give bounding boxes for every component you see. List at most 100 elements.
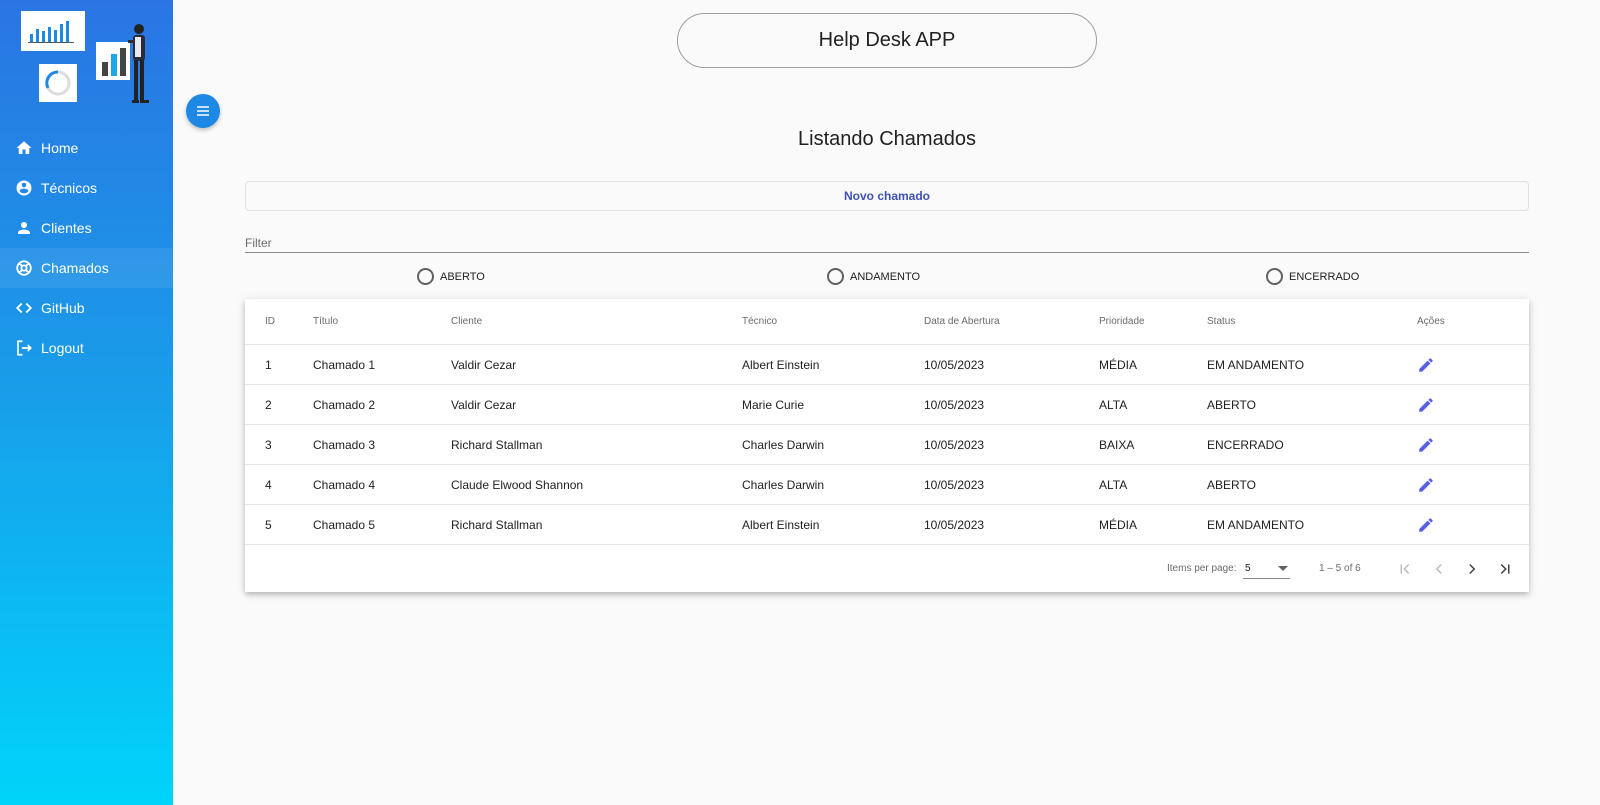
last-page-button[interactable] bbox=[1494, 558, 1516, 580]
sidebar-item-clientes[interactable]: Clientes bbox=[0, 208, 173, 248]
page-title: Listando Chamados bbox=[798, 128, 976, 150]
dashboard-illustration bbox=[21, 11, 149, 103]
edit-icon[interactable] bbox=[1417, 465, 1435, 504]
previous-page-button[interactable] bbox=[1428, 558, 1450, 580]
table-row: 3 Chamado 3 Richard Stallman Charles Dar… bbox=[245, 425, 1529, 465]
cell-id: 5 bbox=[265, 517, 272, 532]
column-header[interactable]: Título bbox=[313, 299, 338, 344]
sidebar-item-home[interactable]: Home bbox=[0, 128, 173, 168]
cell-titulo: Chamado 1 bbox=[313, 357, 376, 372]
cell-tecnico: Charles Darwin bbox=[742, 477, 825, 492]
table-header-row: ID Título Cliente Técnico Data de Abertu… bbox=[245, 299, 1529, 345]
column-header[interactable]: Prioridade bbox=[1099, 299, 1145, 344]
home-icon bbox=[14, 138, 34, 158]
dropdown-arrow-icon bbox=[1278, 566, 1288, 571]
sidebar-nav: Home Técnicos Clientes Chamados GitHub L… bbox=[0, 128, 173, 368]
next-page-button[interactable] bbox=[1461, 558, 1483, 580]
cell-tecnico: Marie Curie bbox=[742, 397, 805, 412]
radio-label: ANDAMENTO bbox=[850, 270, 921, 283]
cell-data: 10/05/2023 bbox=[924, 397, 985, 412]
cell-prioridade: BAIXA bbox=[1099, 437, 1135, 452]
status-radio-andamento[interactable]: ANDAMENTO bbox=[827, 268, 920, 285]
cell-cliente: Claude Elwood Shannon bbox=[451, 477, 584, 492]
tickets-table: ID Título Cliente Técnico Data de Abertu… bbox=[245, 299, 1529, 592]
new-ticket-button[interactable]: Novo chamado bbox=[245, 181, 1529, 211]
cell-tecnico: Albert Einstein bbox=[742, 517, 820, 532]
cell-titulo: Chamado 4 bbox=[313, 477, 376, 492]
cell-prioridade: MÉDIA bbox=[1099, 517, 1138, 532]
cell-status: ABERTO bbox=[1207, 397, 1256, 412]
menu-toggle-button[interactable] bbox=[186, 94, 220, 128]
cell-status: EM ANDAMENTO bbox=[1207, 517, 1305, 532]
logout-icon bbox=[14, 338, 34, 358]
cell-cliente: Valdir Cezar bbox=[451, 357, 517, 372]
table-row: 1 Chamado 1 Valdir Cezar Albert Einstein… bbox=[245, 345, 1529, 385]
column-header[interactable]: ID bbox=[265, 299, 275, 344]
first-page-button[interactable] bbox=[1394, 558, 1416, 580]
table-row: 5 Chamado 5 Richard Stallman Albert Eins… bbox=[245, 505, 1529, 545]
chevron-right-icon bbox=[1469, 563, 1476, 575]
paginator: Items per page: 5 1 – 5 of 6 bbox=[245, 545, 1529, 592]
cell-prioridade: ALTA bbox=[1099, 397, 1128, 412]
cell-tecnico: Charles Darwin bbox=[742, 437, 825, 452]
edit-icon[interactable] bbox=[1417, 505, 1435, 544]
radio-label: ABERTO bbox=[440, 270, 485, 283]
edit-icon[interactable] bbox=[1417, 385, 1435, 424]
sidebar-item-logout[interactable]: Logout bbox=[0, 328, 173, 368]
cell-titulo: Chamado 3 bbox=[313, 437, 376, 452]
radio-circle bbox=[827, 268, 844, 285]
cell-titulo: Chamado 5 bbox=[313, 517, 376, 532]
status-radio-aberto[interactable]: ABERTO bbox=[417, 268, 485, 285]
cell-data: 10/05/2023 bbox=[924, 437, 985, 452]
sidebar-item-github[interactable]: GitHub bbox=[0, 288, 173, 328]
account-circle-icon bbox=[14, 178, 34, 198]
cell-prioridade: ALTA bbox=[1099, 477, 1128, 492]
items-per-page-label: Items per page: bbox=[1167, 563, 1237, 574]
cell-data: 10/05/2023 bbox=[924, 477, 985, 492]
cell-id: 3 bbox=[265, 437, 272, 452]
radio-circle bbox=[417, 268, 434, 285]
cell-cliente: Richard Stallman bbox=[451, 517, 543, 532]
support-icon bbox=[14, 258, 34, 278]
edit-icon[interactable] bbox=[1417, 425, 1435, 464]
cell-prioridade: MÉDIA bbox=[1099, 357, 1138, 372]
cell-status: ENCERRADO bbox=[1207, 437, 1284, 452]
column-header[interactable]: Técnico bbox=[742, 299, 777, 344]
column-header[interactable]: Data de Abertura bbox=[924, 299, 1000, 344]
table-row: 2 Chamado 2 Valdir Cezar Marie Curie 10/… bbox=[245, 385, 1529, 425]
cell-cliente: Valdir Cezar bbox=[451, 397, 517, 412]
sidebar-item-label: Chamados bbox=[41, 260, 109, 276]
column-header[interactable]: Cliente bbox=[451, 299, 482, 344]
page-size-select[interactable]: 5 bbox=[1243, 557, 1290, 579]
cell-id: 2 bbox=[265, 397, 272, 412]
first-page-icon bbox=[1400, 563, 1410, 575]
page-range-label: 1 – 5 of 6 bbox=[1319, 563, 1361, 574]
cell-id: 1 bbox=[265, 357, 272, 372]
filter-input[interactable] bbox=[245, 226, 1529, 253]
radio-circle bbox=[1266, 268, 1283, 285]
cell-tecnico: Albert Einstein bbox=[742, 357, 820, 372]
last-page-icon bbox=[1500, 563, 1510, 575]
cell-id: 4 bbox=[265, 477, 272, 492]
sidebar-item-label: GitHub bbox=[41, 300, 85, 316]
radio-label: ENCERRADO bbox=[1289, 270, 1360, 283]
cell-titulo: Chamado 2 bbox=[313, 397, 376, 412]
sidebar-item-label: Home bbox=[41, 140, 79, 156]
person-icon bbox=[14, 218, 34, 238]
table-row: 4 Chamado 4 Claude Elwood Shannon Charle… bbox=[245, 465, 1529, 505]
column-header: Ações bbox=[1417, 316, 1445, 327]
edit-icon[interactable] bbox=[1417, 345, 1435, 384]
cell-cliente: Richard Stallman bbox=[451, 437, 543, 452]
status-radio-encerrado[interactable]: ENCERRADO bbox=[1266, 268, 1359, 285]
column-header[interactable]: Status bbox=[1207, 299, 1235, 344]
cell-data: 10/05/2023 bbox=[924, 517, 985, 532]
cell-data: 10/05/2023 bbox=[924, 357, 985, 372]
cell-status: EM ANDAMENTO bbox=[1207, 357, 1305, 372]
sidebar-item-chamados[interactable]: Chamados bbox=[0, 248, 173, 288]
menu-icon bbox=[197, 106, 209, 116]
sidebar-item-label: Técnicos bbox=[41, 180, 98, 196]
chevron-left-icon bbox=[1435, 563, 1442, 575]
app-title: Help Desk APP bbox=[677, 13, 1097, 68]
sidebar-item-label: Logout bbox=[41, 340, 84, 356]
sidebar-item-tecnicos[interactable]: Técnicos bbox=[0, 168, 173, 208]
